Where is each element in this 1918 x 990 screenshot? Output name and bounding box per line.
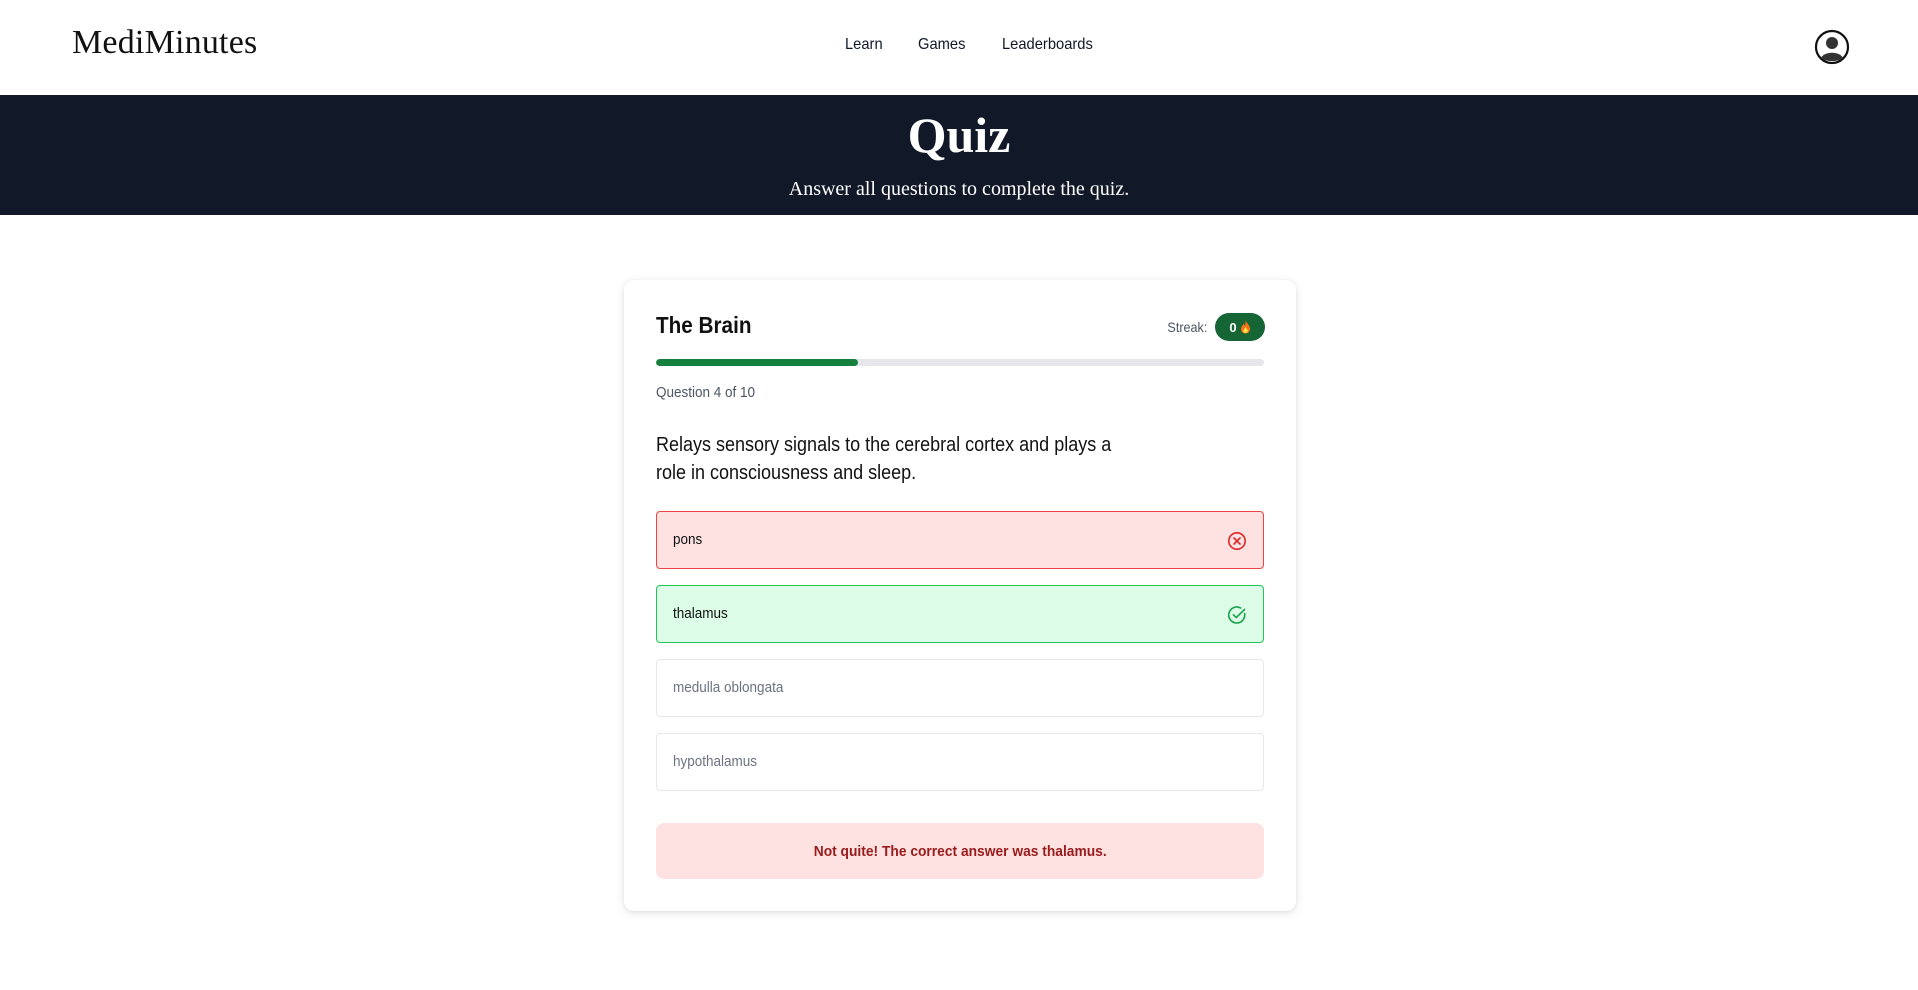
user-circle-icon[interactable]	[1814, 29, 1850, 65]
page-subtitle: Answer all questions to complete the qui…	[788, 178, 1130, 200]
nav-link-learn[interactable]: Learn	[845, 36, 883, 54]
streak-indicator: Streak: 0	[1163, 313, 1265, 341]
answer-option[interactable]: hypothalamus	[656, 733, 1264, 791]
answer-option-incorrect[interactable]: pons	[656, 511, 1264, 569]
option-label: thalamus	[673, 605, 728, 622]
main-nav: Learn Games Leaderboards	[845, 36, 1132, 54]
top-navigation: MediMinutes Learn Games Leaderboards	[0, 0, 1918, 95]
feedback-text: Not quite! The correct answer was thalam…	[813, 842, 1107, 860]
x-circle-icon	[1228, 532, 1246, 550]
nav-link-leaderboards[interactable]: Leaderboards	[1002, 36, 1093, 54]
streak-value: 0	[1229, 319, 1237, 335]
feedback-message: Not quite! The correct answer was thalam…	[656, 823, 1264, 879]
answer-option-correct[interactable]: thalamus	[656, 585, 1264, 643]
quiz-title: The Brain	[656, 312, 752, 338]
quiz-card: The Brain Streak: 0 Question 4 of 10 Rel…	[624, 280, 1296, 911]
option-label: medulla oblongata	[673, 679, 784, 696]
question-counter: Question 4 of 10	[656, 384, 756, 401]
brand-logo[interactable]: MediMinutes	[72, 24, 257, 62]
question-text: Relays sensory signals to the cerebral c…	[656, 434, 1112, 484]
progress-fill	[656, 359, 859, 366]
page-title: Quiz	[907, 107, 1011, 163]
option-label: pons	[673, 531, 703, 548]
hero-banner: Quiz Answer all questions to complete th…	[0, 95, 1918, 215]
progress-bar	[656, 359, 1264, 366]
check-circle-icon	[1227, 606, 1246, 624]
option-label: hypothalamus	[673, 753, 758, 770]
nav-link-games[interactable]: Games	[918, 36, 965, 54]
streak-badge: 0	[1215, 313, 1265, 341]
streak-label: Streak:	[1167, 319, 1207, 335]
flame-icon	[1240, 320, 1250, 334]
answer-option[interactable]: medulla oblongata	[656, 659, 1264, 717]
